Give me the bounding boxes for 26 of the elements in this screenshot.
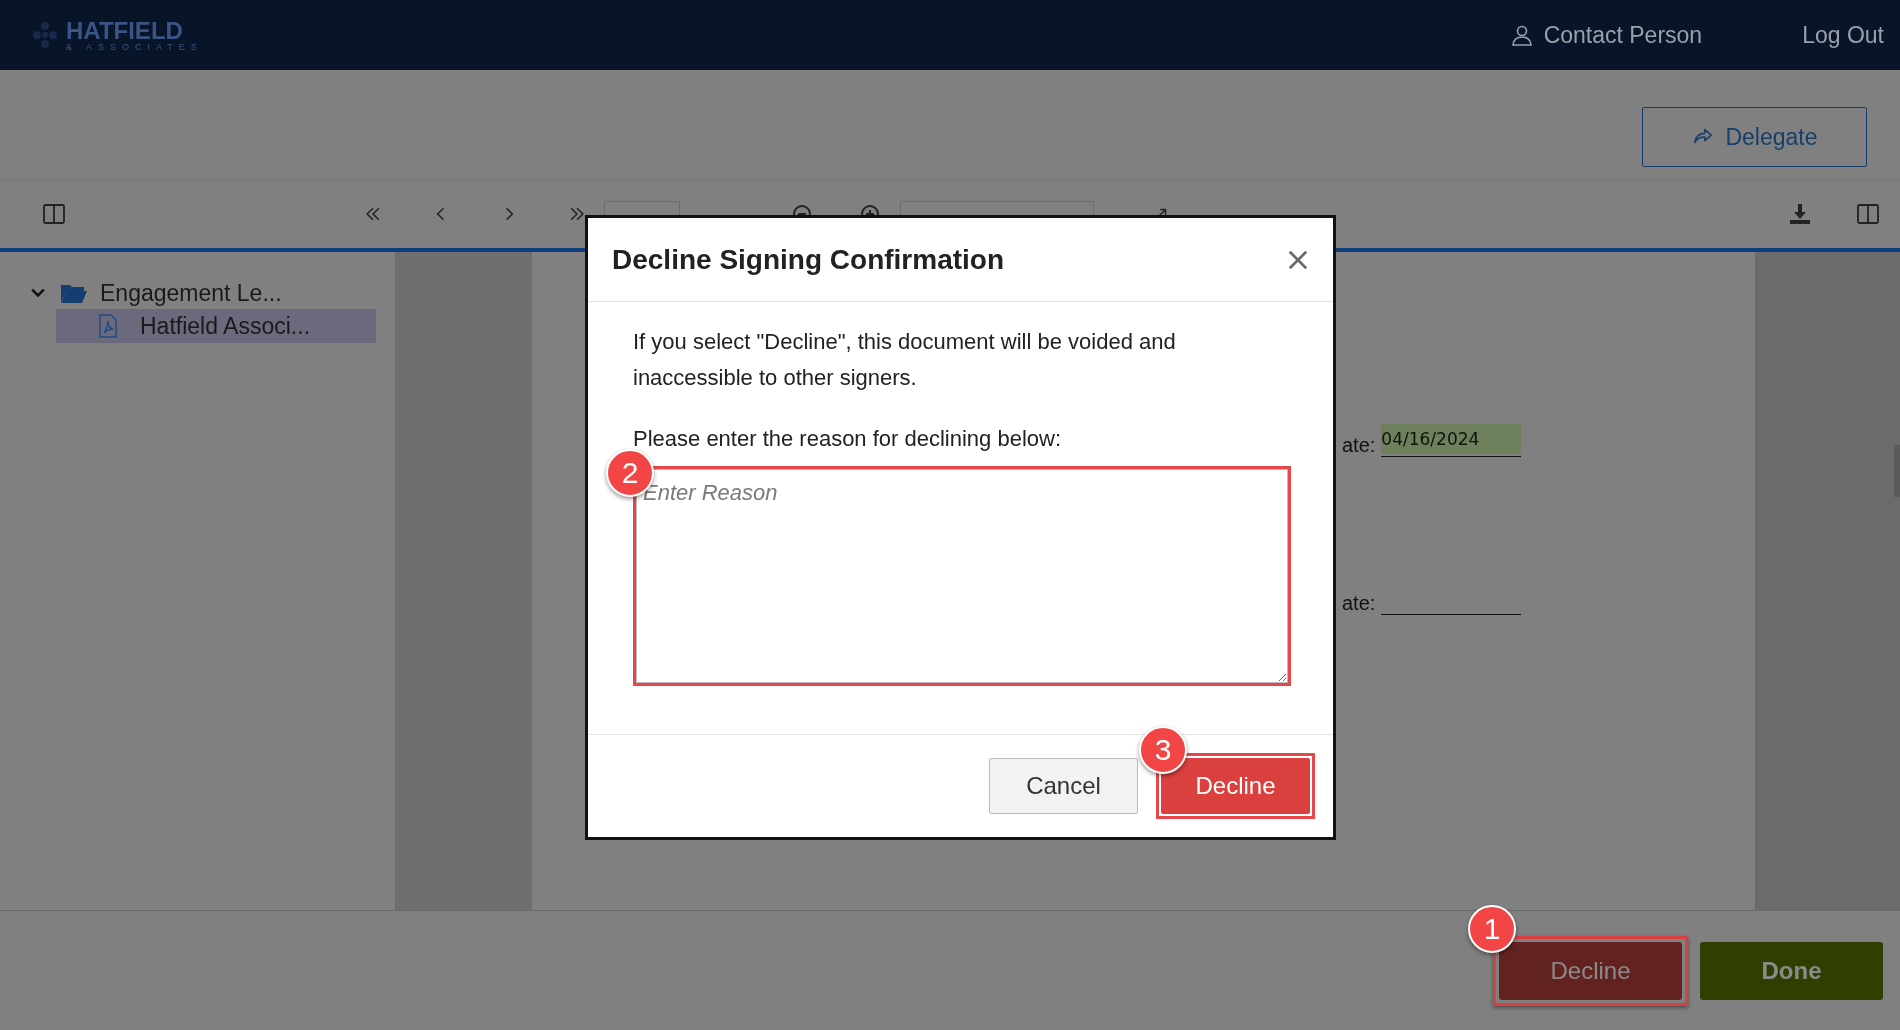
dialog-message: If you select "Decline", this document will be voided and inaccessible to other signers. bbox=[633, 328, 1177, 392]
callout-badge: 1 bbox=[1468, 904, 1516, 953]
split-view-icon[interactable] bbox=[1856, 202, 1880, 226]
date-label: ate: bbox=[1342, 592, 1376, 615]
done-button[interactable]: Done bbox=[1700, 941, 1883, 1000]
tree-item[interactable]: Hatfield Associ... bbox=[56, 309, 376, 343]
date-label: ate: bbox=[1342, 434, 1376, 457]
decline-button[interactable]: Decline bbox=[1499, 941, 1682, 1000]
logout-link[interactable]: Log Out bbox=[1802, 21, 1884, 49]
close-icon[interactable] bbox=[1287, 248, 1309, 271]
logo-icon bbox=[30, 20, 60, 50]
delegate-button[interactable]: Delegate bbox=[1642, 107, 1867, 167]
cancel-button[interactable]: Cancel bbox=[989, 758, 1138, 814]
download-icon[interactable] bbox=[1788, 202, 1812, 226]
date-field: 04/16/2024 bbox=[1381, 424, 1522, 457]
user-link[interactable]: Contact Person bbox=[1509, 21, 1703, 49]
reason-field[interactable]: Enter Reason bbox=[636, 469, 1288, 683]
logo-tagline: & ASSOCIATES bbox=[66, 42, 203, 52]
user-icon bbox=[1509, 23, 1534, 47]
pdf-file-icon bbox=[98, 314, 118, 338]
tree-item[interactable]: Engagement Le... bbox=[100, 279, 282, 307]
dialog-title: Decline Signing Confirmation bbox=[612, 243, 1004, 276]
sidebar-toggle-icon[interactable] bbox=[42, 202, 66, 226]
logo-name: HATFIELD bbox=[66, 18, 184, 43]
callout-badge: 3 bbox=[1139, 726, 1187, 774]
reason-prompt: Please enter the reason for declining below: bbox=[633, 426, 1063, 452]
